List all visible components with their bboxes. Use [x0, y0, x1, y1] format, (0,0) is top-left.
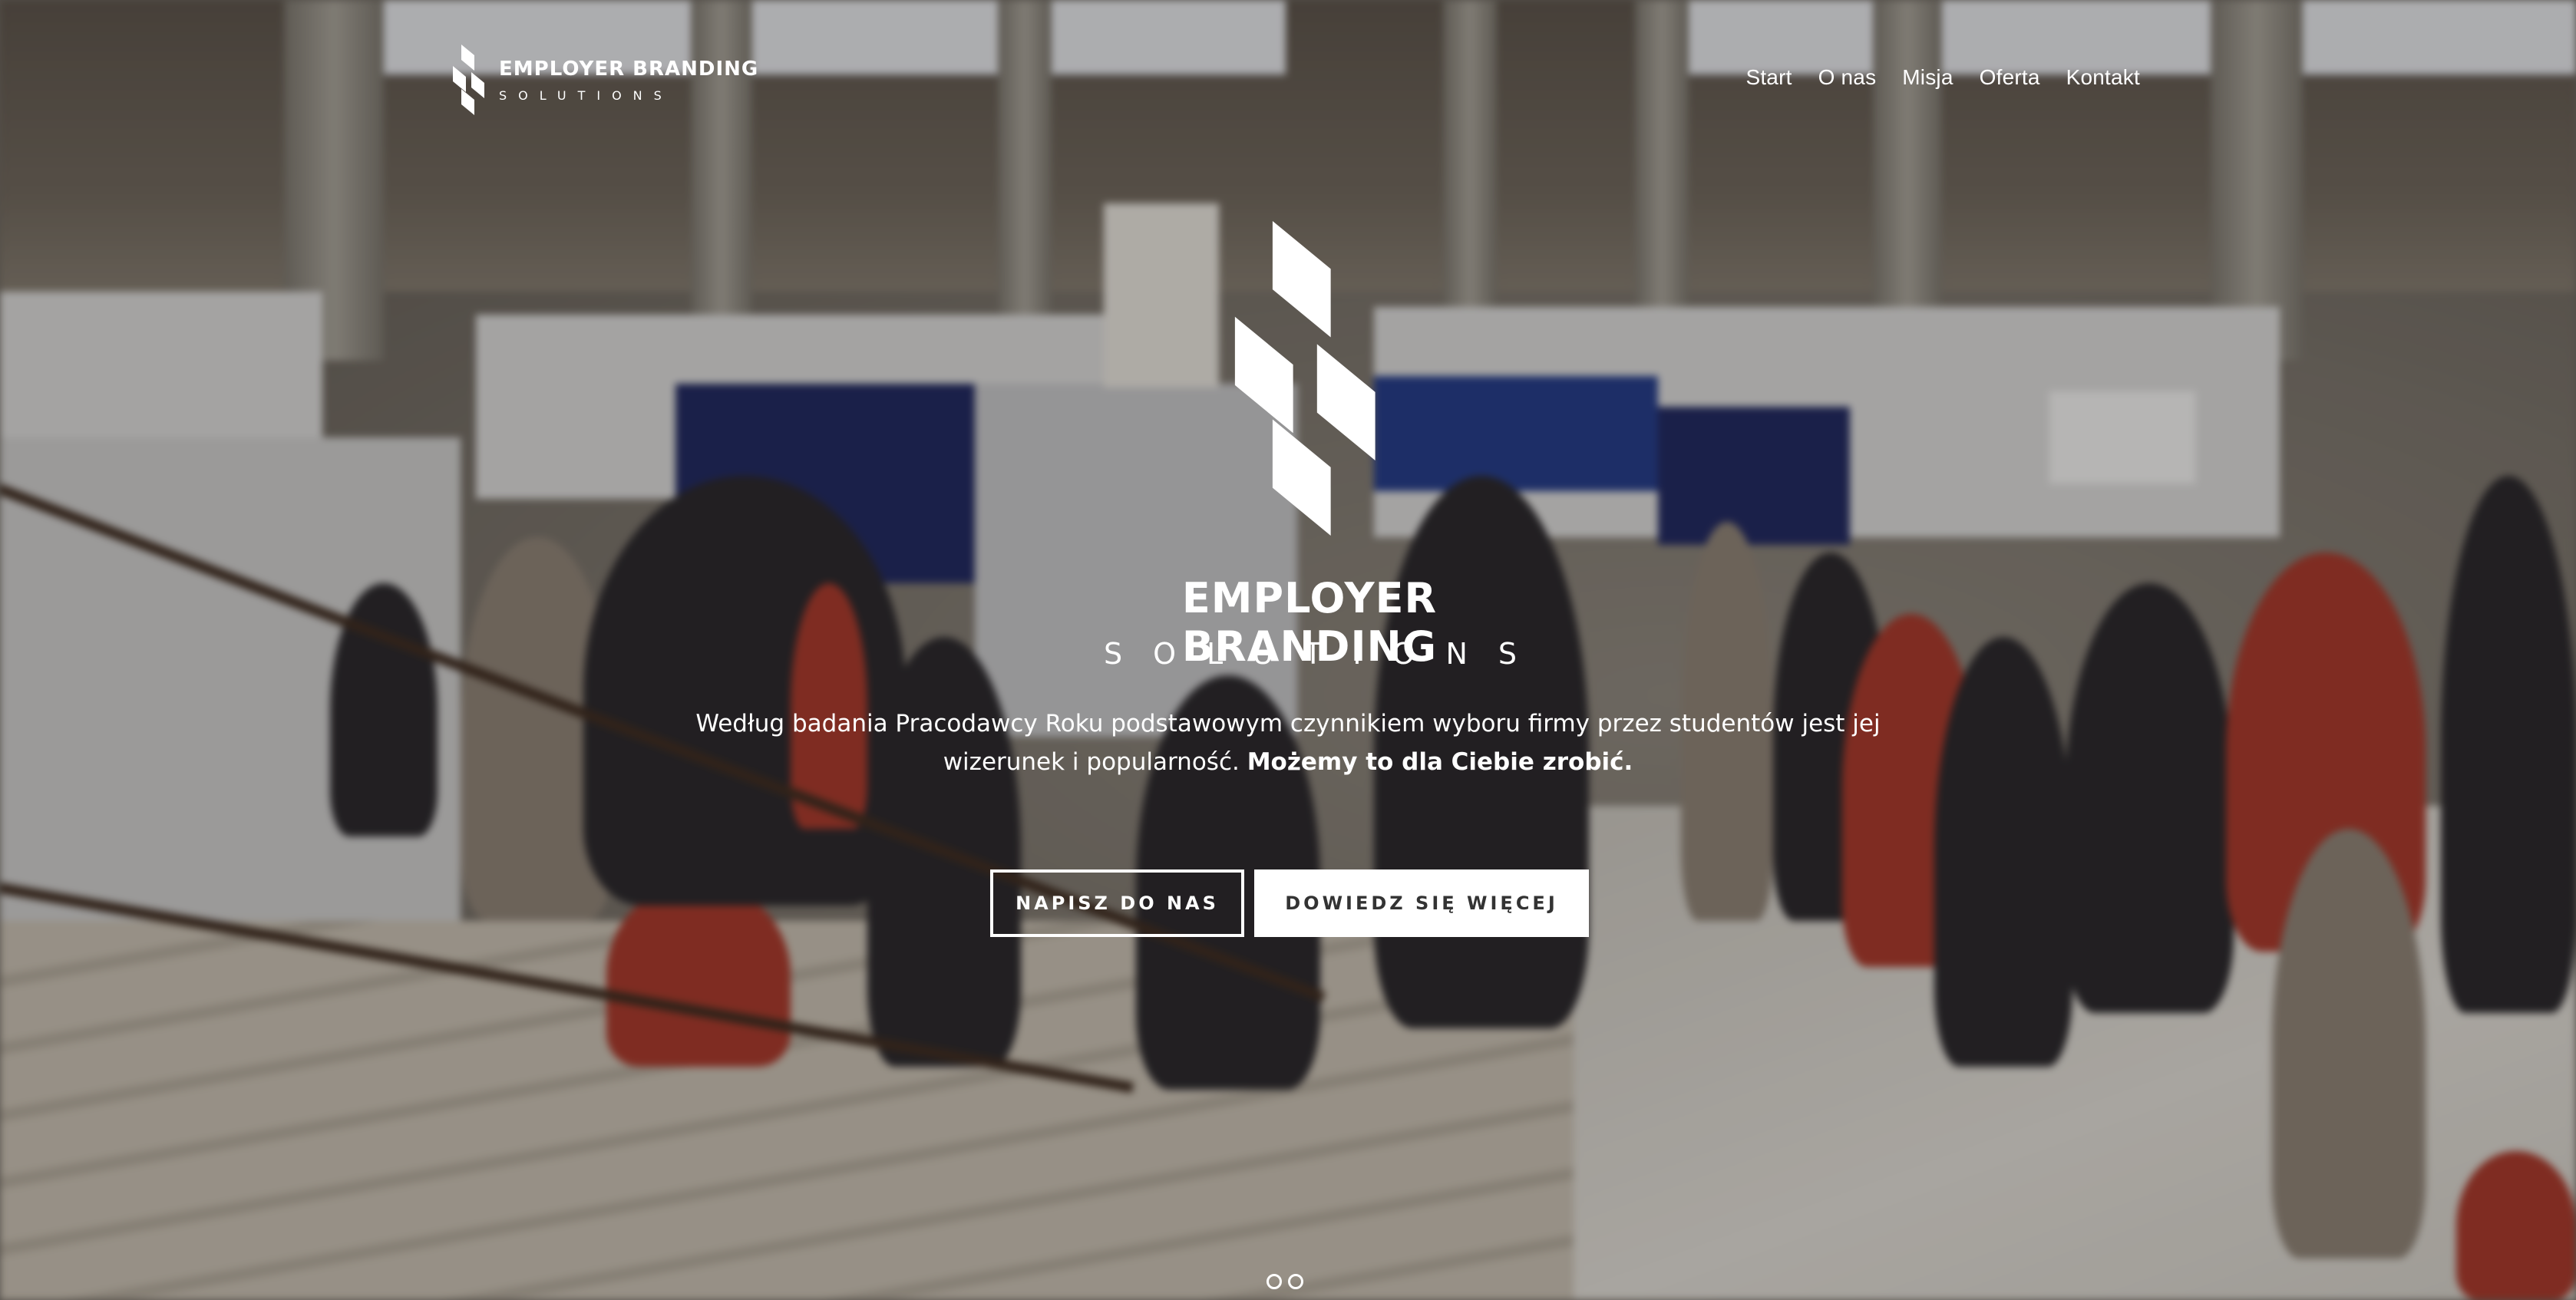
slider-dot-1[interactable]	[1267, 1274, 1282, 1289]
brand-title: EMPLOYER BRANDING	[499, 57, 759, 81]
main-nav: Start O nas Misja Oferta Kontakt	[1745, 65, 2140, 90]
nav-item-start[interactable]: Start	[1745, 65, 1792, 90]
hero-description: Według badania Pracodawcy Roku podstawow…	[691, 704, 1885, 781]
eb-stacked-chevron-logo-icon	[451, 45, 485, 115]
nav-item-kontakt[interactable]: Kontakt	[2066, 65, 2140, 90]
slider-pagination	[1267, 1274, 1303, 1289]
hero-logo-icon	[1227, 221, 1380, 539]
slider-dot-2[interactable]	[1288, 1274, 1303, 1289]
learn-more-button[interactable]: DOWIEDZ SIĘ WIĘCEJ	[1254, 869, 1589, 937]
nav-item-oferta[interactable]: Oferta	[1980, 65, 2040, 90]
hero-subtitle: SOLUTIONS	[1104, 637, 1547, 671]
brand-subtitle: SOLUTIONS	[499, 87, 673, 103]
nav-item-misja[interactable]: Misja	[1902, 65, 1953, 90]
hero-description-bold: Możemy to dla Ciebie zrobić.	[1247, 748, 1633, 776]
contact-us-button[interactable]: NAPISZ DO NAS	[990, 869, 1244, 937]
brand-logo-link[interactable]: EMPLOYER BRANDING SOLUTIONS	[451, 45, 758, 115]
nav-item-o-nas[interactable]: O nas	[1818, 65, 1877, 90]
